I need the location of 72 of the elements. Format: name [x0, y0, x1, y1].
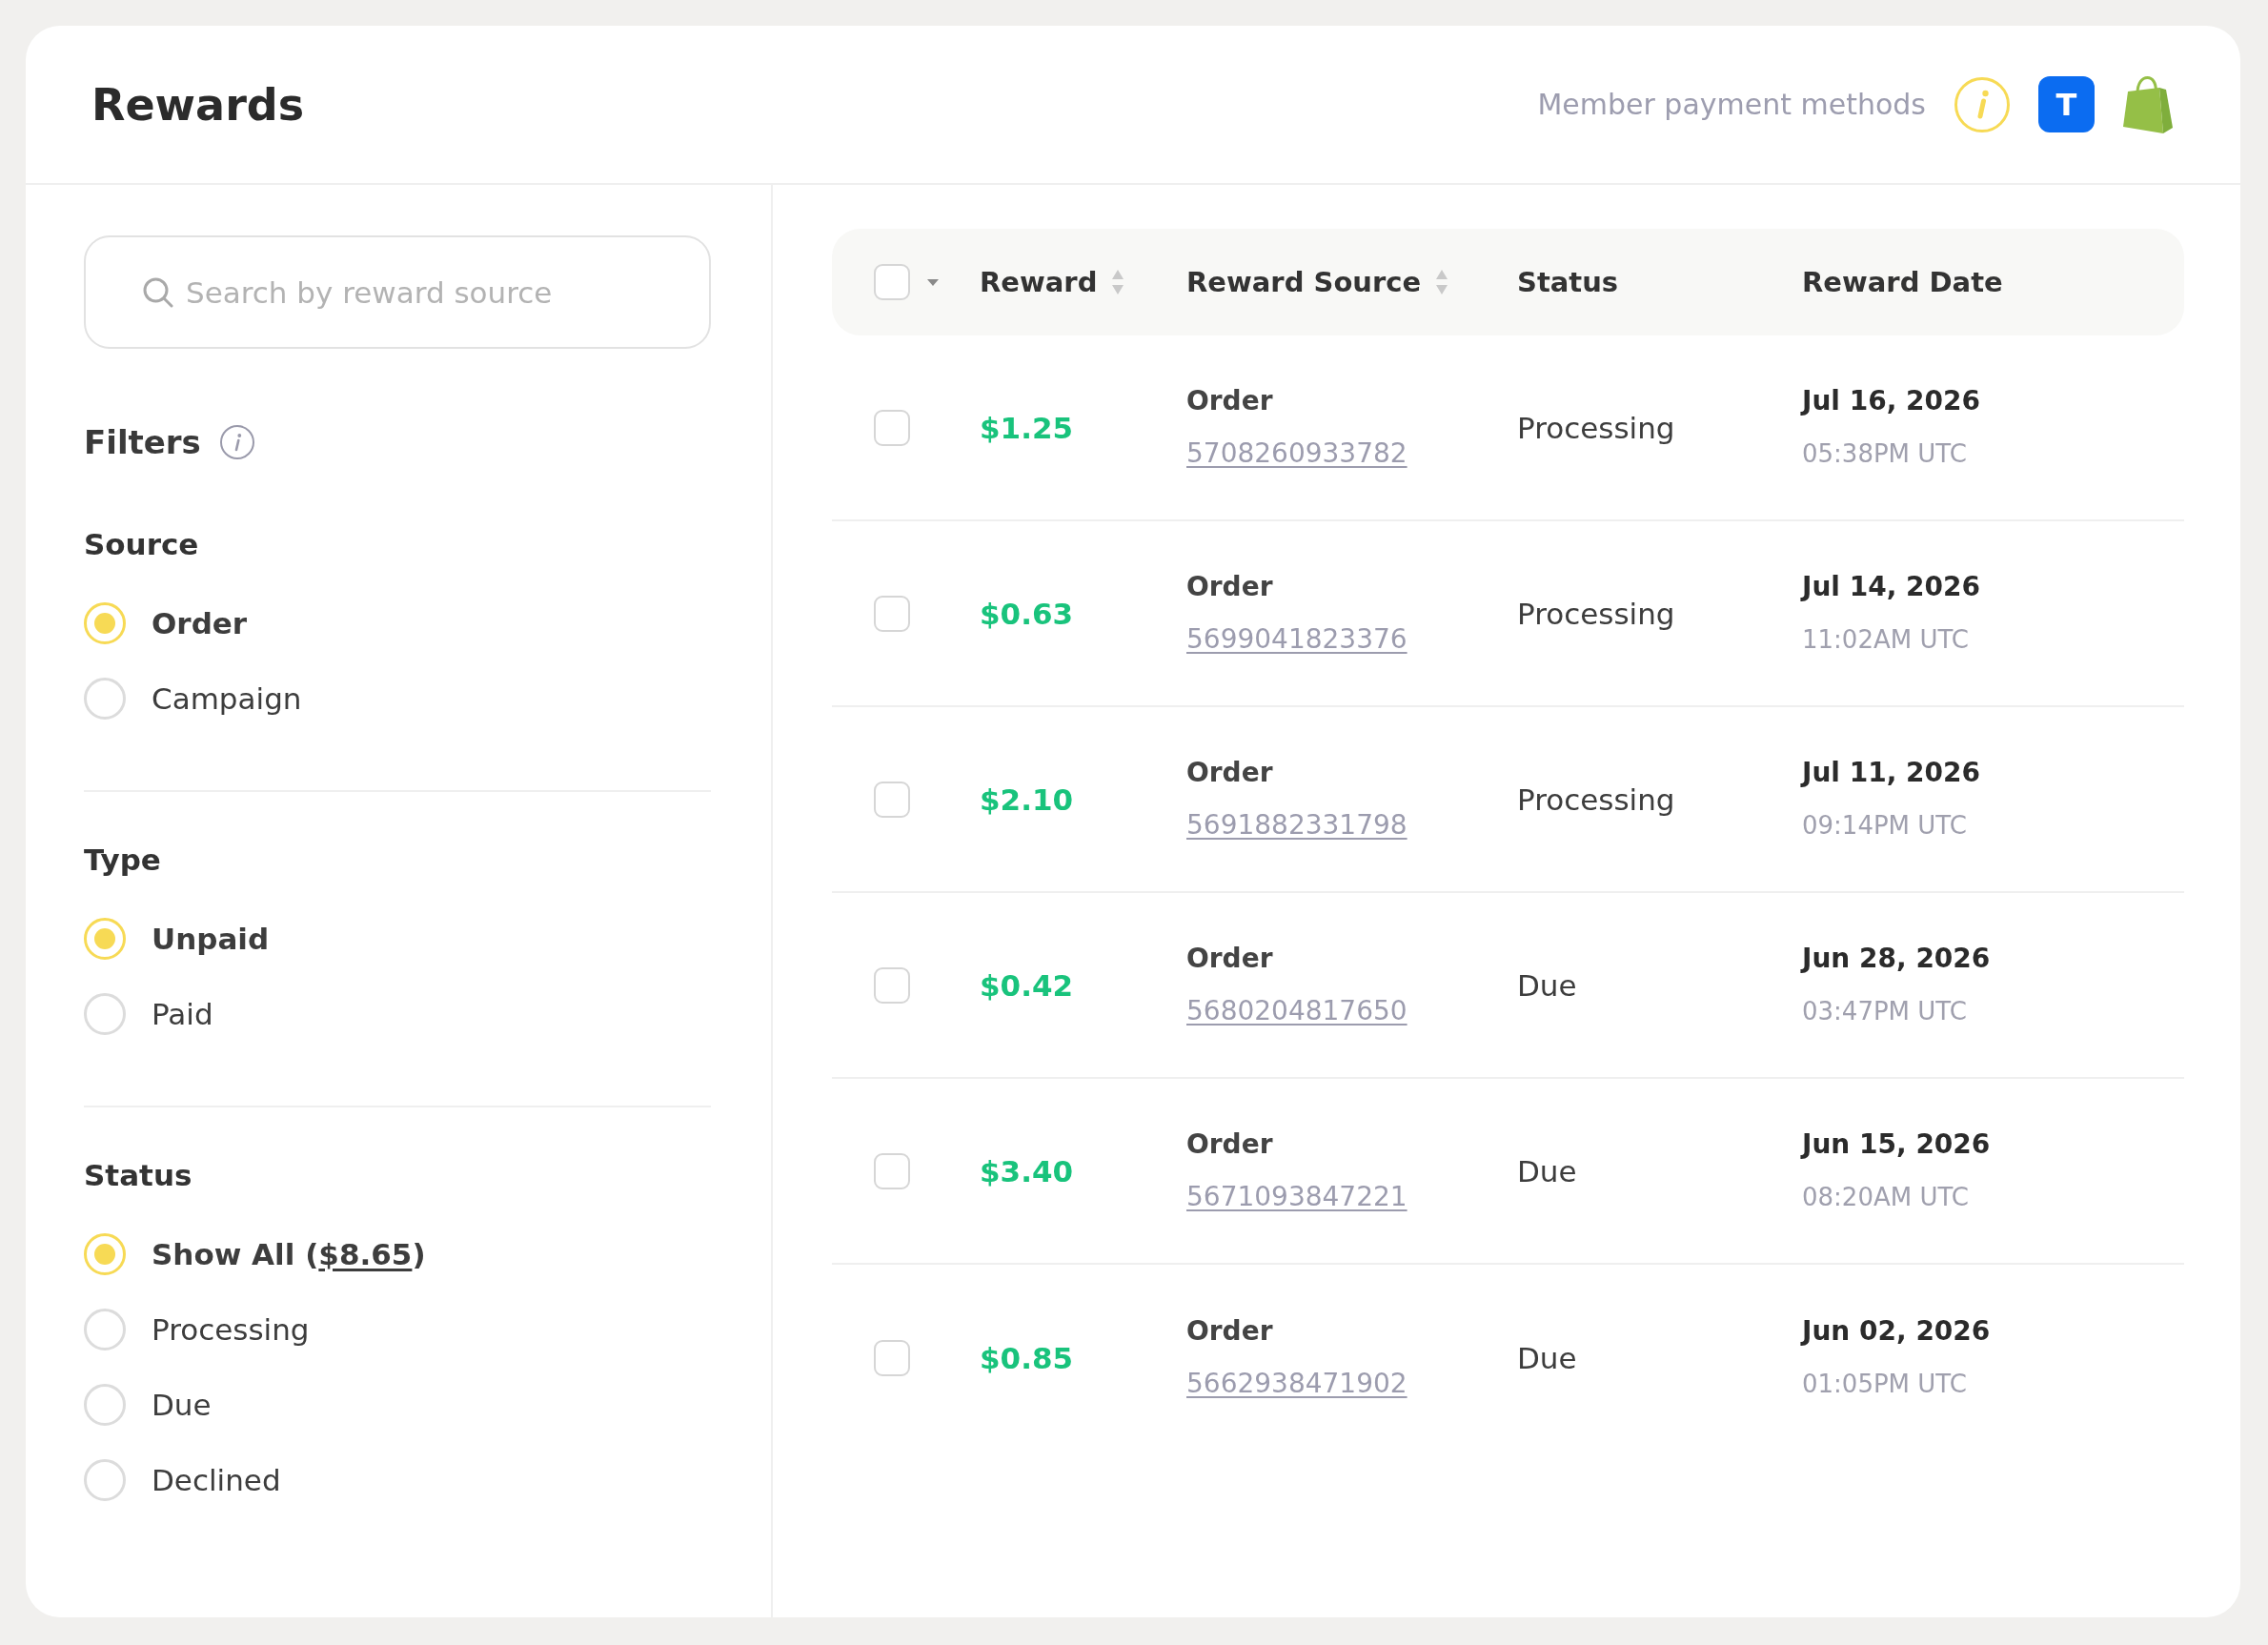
search-icon	[143, 277, 173, 308]
source-type: Order	[1186, 570, 1273, 604]
reward-date: Jul 16, 2026	[1802, 384, 1980, 418]
radio-button[interactable]	[84, 992, 126, 1035]
row-checkbox[interactable]	[874, 595, 910, 632]
reward-amount: $0.85	[980, 1340, 1074, 1375]
source-type: Order	[1186, 1127, 1273, 1162]
reward-time: 05:38PM UTC	[1802, 438, 1967, 470]
option-label[interactable]: Show All ($8.65)	[152, 1236, 426, 1271]
select-all-checkbox[interactable]	[874, 264, 910, 300]
sort-icon[interactable]	[1112, 270, 1124, 294]
radio-button[interactable]	[84, 601, 126, 644]
option-label[interactable]: Unpaid	[152, 921, 270, 956]
option-label[interactable]: Campaign	[152, 680, 302, 716]
radio-button[interactable]	[84, 1383, 126, 1426]
reward-date: Jun 02, 2026	[1802, 1314, 1991, 1349]
row-checkbox[interactable]	[874, 1339, 910, 1376]
reward-time: 03:47PM UTC	[1802, 996, 1967, 1027]
page-title: Rewards	[91, 78, 305, 131]
reward-time: 08:20AM UTC	[1802, 1182, 1969, 1213]
reward-date: Jul 11, 2026	[1802, 756, 1980, 790]
reward-date: Jun 28, 2026	[1802, 942, 1991, 976]
source-type: Order	[1186, 942, 1273, 976]
source-type: Order	[1186, 384, 1273, 418]
caret-icon[interactable]	[927, 278, 939, 286]
status-text: Due	[1517, 1153, 1577, 1188]
reward-amount: $0.63	[980, 596, 1074, 631]
source-type: Order	[1186, 756, 1273, 790]
reward-time: 09:14PM UTC	[1802, 810, 1967, 842]
option-label[interactable]: Paid	[152, 996, 213, 1031]
filter-group-heading: Status	[84, 1157, 192, 1194]
reward-amount: $0.42	[980, 967, 1074, 1003]
sort-icon[interactable]	[1436, 270, 1448, 294]
row-checkbox[interactable]	[874, 966, 910, 1004]
status-text: Due	[1517, 1340, 1577, 1375]
radio-button[interactable]	[84, 677, 126, 720]
search-field[interactable]: Search by reward source	[84, 235, 711, 349]
option-label[interactable]: Due	[152, 1387, 212, 1422]
column-header[interactable]: Reward Source	[1186, 266, 1448, 298]
filters-heading: Filters	[84, 423, 201, 461]
option-label[interactable]: Declined	[152, 1462, 281, 1497]
column-header[interactable]: Reward	[980, 266, 1124, 298]
column-header: Status	[1517, 266, 1619, 298]
reward-date: Jun 15, 2026	[1802, 1127, 1991, 1162]
radio-button[interactable]	[84, 1232, 126, 1275]
radio-button[interactable]	[84, 917, 126, 960]
source-type: Order	[1186, 1314, 1273, 1349]
column-header: Reward Date	[1802, 266, 2003, 298]
letter-tile-logo[interactable]: T	[2038, 76, 2095, 132]
option-label[interactable]: Processing	[152, 1311, 310, 1347]
row-checkbox[interactable]	[874, 1152, 910, 1189]
reward-time: 01:05PM UTC	[1802, 1369, 1967, 1400]
total-link[interactable]: $8.65	[318, 1236, 413, 1271]
row-checkbox[interactable]	[874, 781, 910, 818]
reward-date: Jul 14, 2026	[1802, 570, 1980, 604]
filter-group-heading: Type	[84, 842, 161, 879]
filter-group-heading: Source	[84, 526, 199, 563]
option-label[interactable]: Order	[152, 605, 248, 640]
status-text: Processing	[1517, 410, 1675, 445]
info-icon[interactable]	[219, 425, 254, 459]
reward-amount: $2.10	[980, 782, 1074, 817]
status-text: Due	[1517, 967, 1577, 1003]
status-text: Processing	[1517, 782, 1675, 817]
reward-amount: $1.25	[980, 410, 1074, 445]
radio-button[interactable]	[84, 1458, 126, 1501]
status-text: Processing	[1517, 596, 1675, 631]
radio-button[interactable]	[84, 1308, 126, 1351]
reward-amount: $3.40	[980, 1153, 1074, 1188]
shopping-bag-icon[interactable]	[2123, 75, 2173, 133]
payment-methods-label: Member payment methods	[1537, 88, 1926, 121]
row-checkbox[interactable]	[874, 409, 910, 446]
reward-time: 11:02AM UTC	[1802, 624, 1969, 656]
